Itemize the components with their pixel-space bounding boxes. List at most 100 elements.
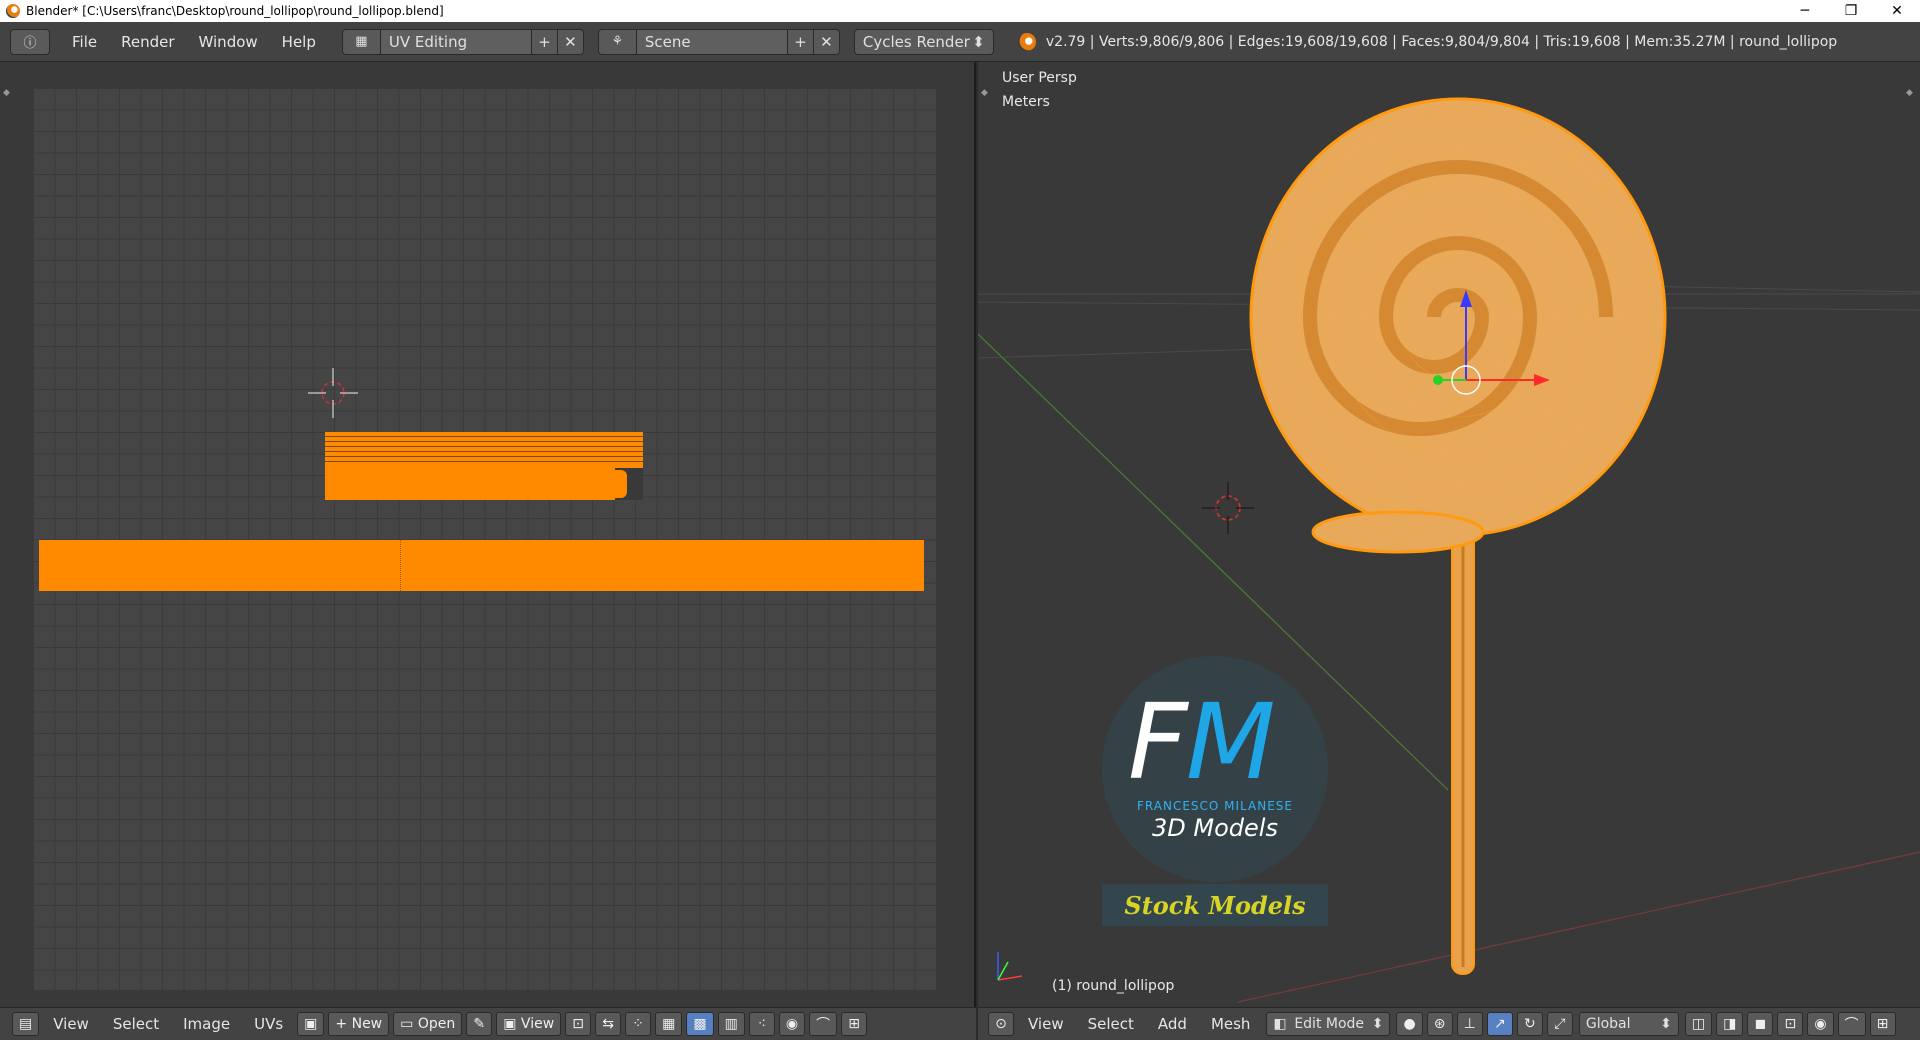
tool-shelf-expand-icon[interactable]: ◆ xyxy=(981,88,988,98)
remove-scene-button[interactable]: ✕ xyxy=(812,29,839,54)
pivot-point-dropdown[interactable]: ⊛ xyxy=(1426,1012,1453,1036)
uv-menu-select[interactable]: Select xyxy=(101,1015,171,1033)
uv-image-editor[interactable]: ◆ xyxy=(0,62,976,1007)
new-image-button[interactable]: + New xyxy=(328,1012,390,1036)
transform-orientation-dropdown[interactable]: Global ⬍ xyxy=(1578,1012,1679,1036)
scene-name[interactable]: Scene xyxy=(636,29,787,54)
sync-selection-toggle[interactable]: ⇆ xyxy=(595,1012,622,1036)
image-browse-button[interactable]: ▣ xyxy=(297,1012,325,1036)
pivot-dropdown[interactable]: ⊡ xyxy=(565,1012,592,1036)
uv-2d-cursor-icon xyxy=(308,368,358,418)
add-scene-button[interactable]: + xyxy=(786,29,813,54)
snap-element-dropdown[interactable]: ⊞ xyxy=(841,1012,868,1036)
viewport-editor-type-button[interactable]: ⊙ xyxy=(988,1012,1014,1036)
vp-proportional-edit-dropdown[interactable]: ◉ xyxy=(1807,1012,1834,1036)
stats-text: v2.79 | Verts:9,806/9,806 | Edges:19,608… xyxy=(1045,33,1838,50)
vertex-select-button[interactable]: ⁘ xyxy=(625,1012,652,1036)
edge-select-button[interactable]: ▦ xyxy=(655,1012,683,1036)
face-select-button[interactable]: ▩ xyxy=(686,1012,714,1036)
blender-logo-icon xyxy=(1017,32,1036,51)
orientation-label: Global xyxy=(1585,1016,1631,1032)
uv-menu-view[interactable]: View xyxy=(41,1015,101,1033)
occlude-icon: ⊡ xyxy=(1784,1016,1797,1032)
image-editor-icon: ▤ xyxy=(19,1016,33,1032)
vertex-select-mode-button[interactable]: ◫ xyxy=(1684,1012,1713,1036)
sticky-select-dropdown[interactable]: ⁖ xyxy=(748,1012,775,1036)
uv-seam-line xyxy=(400,540,401,591)
uv-island-notch xyxy=(615,468,643,500)
manipulator-toggle[interactable]: ⊥ xyxy=(1456,1012,1483,1036)
shading-dropdown[interactable]: ● xyxy=(1396,1012,1423,1036)
pin-button[interactable]: ✎ xyxy=(466,1012,493,1036)
uv-island-edges xyxy=(325,432,643,466)
uv-menu-uvs[interactable]: UVs xyxy=(242,1015,295,1033)
vp-proportional-icon: ◉ xyxy=(1814,1016,1827,1032)
rotate-manipulator-button[interactable]: ↻ xyxy=(1516,1012,1543,1036)
vp-menu-select[interactable]: Select xyxy=(1076,1015,1146,1033)
edge-select-mode-button[interactable]: ◨ xyxy=(1716,1012,1744,1036)
menu-help[interactable]: Help xyxy=(270,22,328,62)
menu-window[interactable]: Window xyxy=(187,22,270,62)
proportional-edit-dropdown[interactable]: ◉ xyxy=(778,1012,806,1036)
view-mode-dropdown[interactable]: ▣ View xyxy=(496,1012,562,1036)
info-header: ⓘ File Render Window Help ▦ UV Editing +… xyxy=(0,22,1920,62)
remove-layout-button[interactable]: ✕ xyxy=(556,29,583,54)
properties-expand-icon[interactable]: ◆ xyxy=(1906,88,1913,98)
uv-menu-image[interactable]: Image xyxy=(171,1015,242,1033)
region-expand-icon[interactable]: ◆ xyxy=(3,88,10,98)
face-select-mode-button[interactable]: ◼ xyxy=(1747,1012,1774,1036)
screen-layout-name[interactable]: UV Editing xyxy=(380,29,531,54)
fm-logo-letters: FM xyxy=(1128,690,1276,794)
vp-menu-mesh[interactable]: Mesh xyxy=(1199,1015,1263,1033)
vp-menu-view[interactable]: View xyxy=(1016,1015,1076,1033)
units-label: Meters xyxy=(1002,94,1050,110)
proportional-icon: ◉ xyxy=(785,1016,799,1032)
snap-toggle[interactable]: ⌒ xyxy=(809,1012,838,1036)
info-icon: ⓘ xyxy=(23,36,37,51)
menu-render[interactable]: Render xyxy=(109,22,186,62)
fm-logo-subtitle: 3D Models xyxy=(1152,814,1278,842)
manipulator-icon: ⊥ xyxy=(1463,1016,1476,1032)
face-select-icon: ▩ xyxy=(693,1016,707,1032)
scale-manipulator-button[interactable]: ⤢ xyxy=(1546,1012,1573,1036)
uv-editor-type-button[interactable]: ▤ xyxy=(12,1012,40,1036)
pivot-point-icon: ⊛ xyxy=(1433,1016,1446,1032)
uv-island-large[interactable] xyxy=(39,540,924,591)
editor-type-button[interactable]: ⓘ xyxy=(10,28,50,55)
vp-snap-toggle[interactable]: ⌒ xyxy=(1837,1012,1866,1036)
3d-viewport[interactable]: User Persp Meters (1) round_lollipop ◆ ◆ xyxy=(978,62,1920,1007)
add-layout-button[interactable]: + xyxy=(530,29,557,54)
menu-file[interactable]: File xyxy=(60,22,109,62)
uv-editor-header: ▤ View Select Image UVs ▣ + New ▭ Open ✎… xyxy=(0,1007,976,1040)
island-select-button[interactable]: ▥ xyxy=(717,1012,745,1036)
vp-menu-add[interactable]: Add xyxy=(1146,1015,1199,1033)
vp-snap-element-icon: ⊞ xyxy=(1876,1016,1889,1032)
interaction-mode-dropdown[interactable]: ◧ Edit Mode ⬍ xyxy=(1266,1012,1391,1036)
close-button[interactable]: ✕ xyxy=(1874,0,1920,22)
interaction-mode-label: Edit Mode xyxy=(1294,1016,1365,1032)
folder-icon: ▭ xyxy=(400,1016,414,1032)
translate-manipulator-button[interactable]: ↗ xyxy=(1486,1012,1513,1036)
minimize-button[interactable]: ─ xyxy=(1782,0,1828,22)
face-mode-icon: ◼ xyxy=(1754,1016,1767,1032)
scene-icon[interactable]: ⚘ xyxy=(599,29,637,54)
stock-models-badge: Stock Models xyxy=(1102,884,1328,926)
vp-snap-element-dropdown[interactable]: ⊞ xyxy=(1869,1012,1896,1036)
new-image-label: New xyxy=(351,1016,383,1032)
screen-layout-selector[interactable]: ▦ UV Editing + ✕ xyxy=(341,28,584,55)
viewport-scene xyxy=(978,97,1920,1003)
edge-select-icon: ▦ xyxy=(662,1016,676,1032)
occlude-geometry-toggle[interactable]: ⊡ xyxy=(1777,1012,1804,1036)
sticky-icon: ⁖ xyxy=(757,1016,766,1032)
scene-selector[interactable]: ⚘ Scene + ✕ xyxy=(597,28,840,55)
restore-button[interactable]: ❐ xyxy=(1828,0,1874,22)
magnet-icon: ⌒ xyxy=(816,1017,831,1033)
uv-island-small[interactable] xyxy=(325,432,643,500)
open-image-button[interactable]: ▭ Open xyxy=(393,1012,463,1036)
uv-grid-canvas[interactable] xyxy=(33,88,936,990)
dropdown-arrows-icon: ⬍ xyxy=(1371,1016,1384,1032)
dropdown-arrows-icon: ⬍ xyxy=(1660,1016,1672,1032)
layout-icon[interactable]: ▦ xyxy=(343,29,381,54)
render-engine-dropdown[interactable]: Cycles Render ⬍ xyxy=(853,28,994,55)
viewport-header: ⊙ View Select Add Mesh ◧ Edit Mode ⬍ ● ⊛… xyxy=(978,1007,1920,1040)
